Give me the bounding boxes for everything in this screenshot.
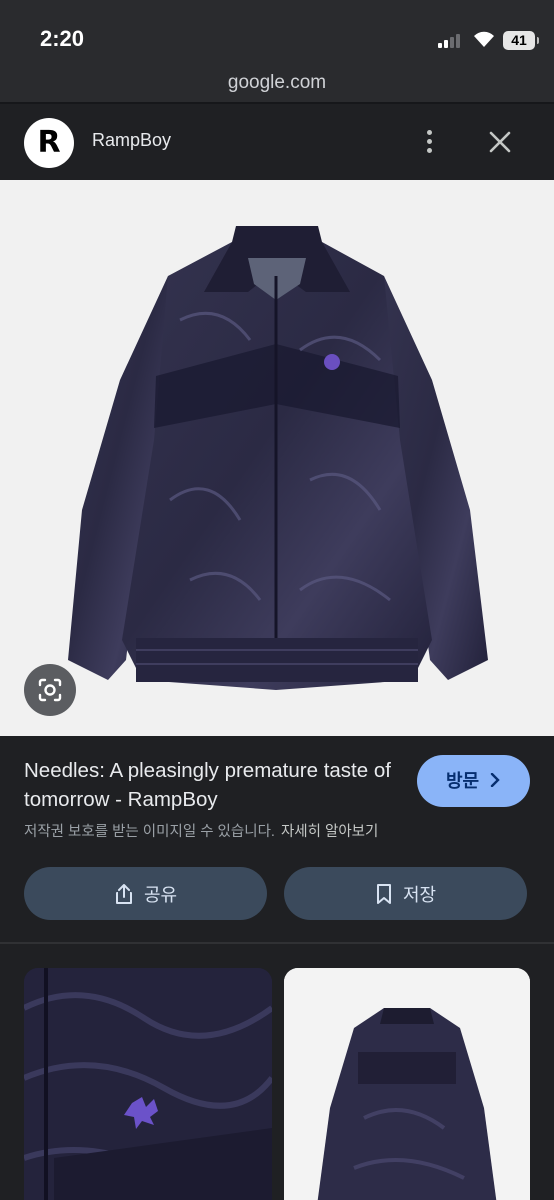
- more-icon[interactable]: [414, 126, 446, 158]
- cellular-signal-icon: [438, 34, 464, 48]
- bookmark-icon: [376, 883, 391, 904]
- source-name[interactable]: RampBoy: [92, 130, 171, 151]
- share-label: 공유: [143, 884, 178, 905]
- url-bar[interactable]: google.com: [0, 66, 554, 104]
- related-image-thumb[interactable]: [284, 968, 530, 1200]
- status-bar: 2:20 41: [0, 0, 554, 66]
- share-button[interactable]: 공유: [24, 867, 267, 920]
- chevron-right-icon: [489, 755, 501, 807]
- url-text: google.com: [227, 72, 327, 93]
- lens-button[interactable]: [24, 664, 76, 716]
- source-header: R RampBoy: [0, 104, 554, 180]
- learn-more-link[interactable]: 자세히 알아보기: [281, 824, 378, 840]
- save-button[interactable]: 저장: [284, 867, 527, 920]
- result-info: Needles: A pleasingly premature taste of…: [0, 736, 554, 942]
- source-logo[interactable]: R: [24, 118, 74, 168]
- related-images: [0, 944, 554, 1200]
- jacket-illustration: [68, 226, 488, 690]
- status-time: 2:20: [40, 26, 85, 51]
- jacket-back-image: [284, 968, 530, 1200]
- related-image-thumb[interactable]: [24, 968, 272, 1200]
- product-image[interactable]: [0, 180, 554, 736]
- copyright-notice: 저작권 보호를 받는 이미지일 수 있습니다. 자세히 알아보기: [24, 820, 378, 841]
- lens-icon: [38, 678, 62, 702]
- close-icon[interactable]: [482, 124, 518, 160]
- visit-button[interactable]: 방문: [417, 755, 530, 807]
- wifi-icon: [474, 31, 494, 47]
- save-label: 저장: [402, 884, 437, 905]
- jacket-closeup-image: [24, 968, 272, 1200]
- battery-indicator: 41: [503, 31, 539, 50]
- result-title[interactable]: Needles: A pleasingly premature taste of…: [24, 756, 394, 814]
- share-icon: [115, 883, 132, 904]
- copyright-text: 저작권 보호를 받는 이미지일 수 있습니다.: [24, 824, 275, 840]
- visit-label: 방문: [445, 771, 480, 791]
